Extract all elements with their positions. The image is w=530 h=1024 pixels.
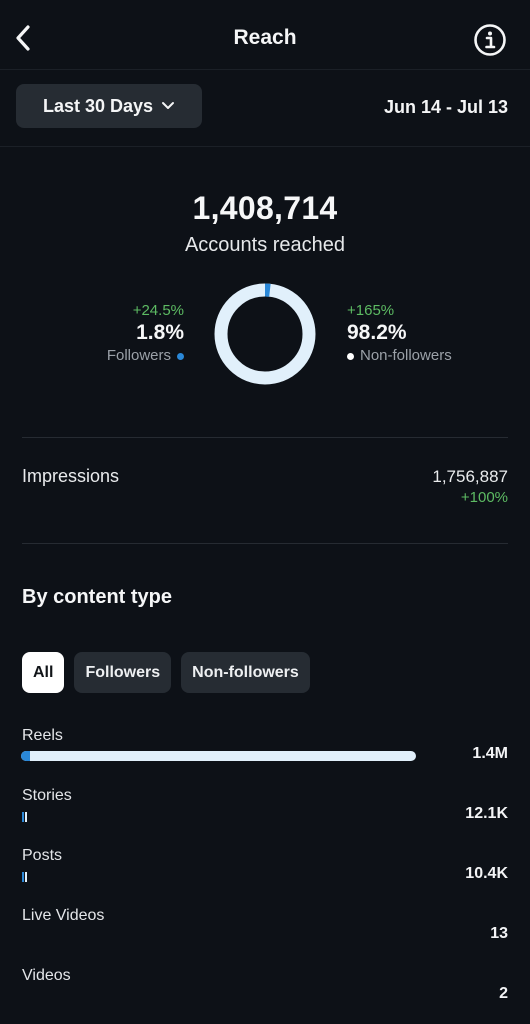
accounts-reached-value: 1,408,714 <box>192 190 338 226</box>
top-bar: Reach <box>0 0 530 70</box>
impressions-values: 1,756,887 +100% <box>432 466 508 508</box>
followers-pct: 1.8% <box>136 321 184 344</box>
tab-non-followers[interactable]: Non-followers <box>181 652 310 693</box>
donut-track <box>214 283 316 385</box>
impressions-value: 1,756,887 <box>432 467 508 486</box>
stories-bar <box>22 812 27 822</box>
non-followers-legend: Non-followers <box>347 346 452 366</box>
reels-bar <box>21 751 416 761</box>
impressions-change: +100% <box>460 489 508 506</box>
divider <box>22 437 508 438</box>
content-type-value: 10.4K <box>465 865 508 882</box>
content-type-list: Reels 1.4M Stories 12.1K Posts 10.4K Liv… <box>0 725 530 1024</box>
followers-donut-chart <box>214 283 316 385</box>
content-type-name: Videos <box>22 967 71 984</box>
followers-change: +24.5% <box>132 302 184 319</box>
followers-stat: +24.5% 1.8% Followers <box>107 302 184 366</box>
posts-bar <box>22 872 27 882</box>
page-title: Reach <box>233 26 297 49</box>
tab-followers[interactable]: Followers <box>74 652 172 693</box>
list-item: Reels 1.4M <box>0 725 530 785</box>
content-type-name: Live Videos <box>22 907 105 924</box>
impressions-label: Impressions <box>22 466 120 486</box>
chevron-down-icon <box>162 102 175 109</box>
bar-followers-portion <box>21 751 30 761</box>
content-type-value: 1.4M <box>472 745 508 762</box>
list-item: Stories 12.1K <box>0 785 530 845</box>
non-followers-dot-icon <box>347 352 354 360</box>
info-circle-icon <box>474 24 506 56</box>
non-followers-change: +165% <box>347 302 395 319</box>
content-type-value: 13 <box>490 925 508 942</box>
content-type-name: Reels <box>22 727 63 744</box>
followers-legend: Followers <box>107 346 184 366</box>
followers-legend-label: Followers <box>106 347 171 364</box>
divider <box>22 543 508 544</box>
date-range-dropdown[interactable]: Last 30 Days <box>16 84 202 128</box>
info-button[interactable] <box>472 22 508 58</box>
content-type-title: By content type <box>22 586 173 608</box>
followers-dot-icon <box>177 352 184 360</box>
content-type-value: 2 <box>499 985 508 1002</box>
non-followers-stat: +165% 98.2% Non-followers <box>347 302 452 366</box>
content-type-value: 12.1K <box>465 805 508 822</box>
list-item: Live Videos 13 <box>0 905 530 965</box>
content-type-name: Posts <box>22 847 63 864</box>
date-range-label: Last 30 Days <box>42 95 154 116</box>
list-item: Videos 2 <box>0 965 530 1024</box>
content-type-name: Stories <box>22 787 72 804</box>
tab-all[interactable]: All <box>22 652 65 693</box>
date-range-row: Last 30 Days Jun 14 - Jul 13 <box>0 71 530 147</box>
accounts-reached-label: Accounts reached <box>184 234 346 256</box>
list-item: Posts 10.4K <box>0 845 530 905</box>
date-range-text: Jun 14 - Jul 13 <box>383 97 508 117</box>
audience-filter-tabs: All Followers Non-followers <box>22 652 310 693</box>
non-followers-pct: 98.2% <box>347 321 407 344</box>
non-followers-legend-label: Non-followers <box>360 347 452 364</box>
